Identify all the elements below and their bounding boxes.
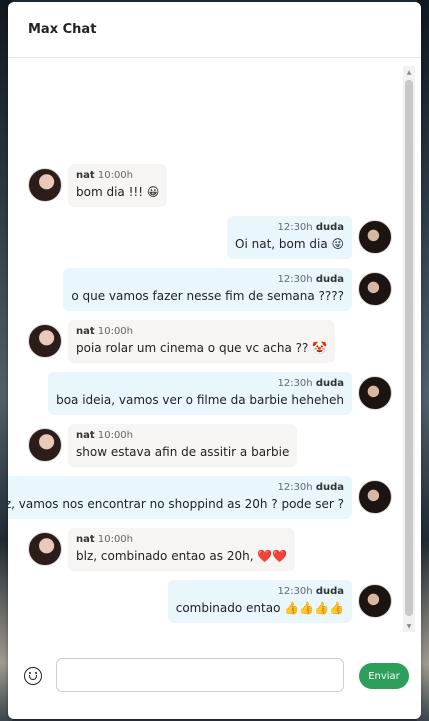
message-time: 10:00h bbox=[97, 326, 133, 337]
message-sender: duda bbox=[315, 222, 344, 233]
message-row: nat 10:00h blz, combinado entao as 20h, ❤… bbox=[8, 528, 404, 580]
smiley-icon[interactable] bbox=[24, 667, 42, 685]
avatar bbox=[28, 532, 62, 566]
message-time: 10:00h bbox=[97, 170, 133, 181]
scroll-thumb[interactable] bbox=[405, 80, 413, 616]
message-bubble: 12:30h duda boa ideia, vamos ver o filme … bbox=[48, 372, 352, 415]
scroll-down-arrow-icon[interactable]: ▼ bbox=[403, 620, 415, 632]
message-meta: 12:30h duda bbox=[176, 585, 344, 599]
message-list[interactable]: nat 10:00h bom dia !!! 😀 12:30h duda Oi nat… bbox=[8, 66, 404, 632]
message-meta: 12:30h duda bbox=[8, 481, 344, 495]
avatar bbox=[358, 272, 392, 306]
message-row: 12:30h duda blz, vamos nos encontrar no s… bbox=[8, 476, 404, 528]
message-time: 12:30h bbox=[277, 378, 313, 389]
avatar bbox=[358, 480, 392, 514]
message-text: Oi nat, bom dia 😜 bbox=[235, 237, 344, 251]
message-row: 12:30h duda Oi nat, bom dia 😜 bbox=[8, 216, 404, 268]
avatar bbox=[28, 168, 62, 202]
message-meta: nat 10:00h bbox=[76, 325, 327, 339]
send-button[interactable]: Enviar bbox=[359, 663, 409, 689]
message-row: 12:30h duda o que vamos fazer nesse fim d… bbox=[8, 268, 404, 320]
message-text: blz, combinado entao as 20h, ❤️❤️ bbox=[76, 549, 288, 563]
message-text: bom dia !!! 😀 bbox=[76, 185, 160, 199]
chat-header: Max Chat bbox=[8, 2, 421, 58]
message-bubble: nat 10:00h bom dia !!! 😀 bbox=[68, 164, 168, 207]
message-time: 12:30h bbox=[277, 586, 313, 597]
message-sender: nat bbox=[76, 326, 95, 337]
message-bubble: 12:30h duda o que vamos fazer nesse fim d… bbox=[63, 268, 352, 311]
message-time: 10:00h bbox=[97, 430, 133, 441]
message-text: boa ideia, vamos ver o filme da barbie h… bbox=[56, 393, 344, 407]
scroll-up-arrow-icon[interactable]: ▲ bbox=[403, 66, 415, 78]
chat-window: Max Chat nat 10:00h bom dia !!! 😀 12:30h d… bbox=[8, 2, 421, 719]
avatar bbox=[28, 428, 62, 462]
message-row: 12:30h duda combinado entao 👍👍👍👍 bbox=[8, 580, 404, 632]
message-row: nat 10:00h poia rolar um cinema o que vc … bbox=[8, 320, 404, 372]
message-text: blz, vamos nos encontrar no shoppind as … bbox=[8, 497, 344, 511]
message-bubble: nat 10:00h show estava afin de assitir a … bbox=[68, 424, 298, 467]
message-sender: duda bbox=[315, 482, 344, 493]
message-text: o que vamos fazer nesse fim de semana ??… bbox=[71, 289, 344, 303]
message-sender: duda bbox=[315, 274, 344, 285]
message-text: poia rolar um cinema o que vc acha ?? 🤡 bbox=[76, 341, 328, 355]
avatar bbox=[358, 220, 392, 254]
message-bubble: nat 10:00h poia rolar um cinema o que vc … bbox=[68, 320, 336, 363]
message-meta: 12:30h duda bbox=[71, 273, 344, 287]
message-meta: 12:30h duda bbox=[56, 377, 344, 391]
message-text: show estava afin de assitir a barbie bbox=[76, 445, 290, 459]
message-bubble: nat 10:00h blz, combinado entao as 20h, ❤… bbox=[68, 528, 296, 571]
message-meta: nat 10:00h bbox=[76, 533, 287, 547]
message-time: 12:30h bbox=[277, 222, 313, 233]
message-meta: nat 10:00h bbox=[76, 429, 289, 443]
message-text: combinado entao 👍👍👍👍 bbox=[175, 601, 344, 615]
message-sender: nat bbox=[76, 170, 95, 181]
message-row: nat 10:00h bom dia !!! 😀 bbox=[8, 164, 404, 216]
message-bubble: 12:30h duda Oi nat, bom dia 😜 bbox=[227, 216, 352, 259]
message-composer: Enviar bbox=[8, 652, 421, 702]
message-bubble: 12:30h duda blz, vamos nos encontrar no s… bbox=[8, 476, 352, 519]
message-sender: duda bbox=[315, 378, 344, 389]
message-meta: nat 10:00h bbox=[76, 169, 159, 183]
message-row: 12:30h duda boa ideia, vamos ver o filme … bbox=[8, 372, 404, 424]
message-time: 12:30h bbox=[277, 274, 313, 285]
avatar bbox=[358, 376, 392, 410]
message-bubble: 12:30h duda combinado entao 👍👍👍👍 bbox=[167, 580, 352, 623]
avatar bbox=[28, 324, 62, 358]
message-sender: nat bbox=[76, 430, 95, 441]
chat-title: Max Chat bbox=[28, 22, 97, 37]
message-time: 10:00h bbox=[97, 534, 133, 545]
message-time: 12:30h bbox=[277, 482, 313, 493]
message-input[interactable] bbox=[56, 658, 344, 692]
message-meta: 12:30h duda bbox=[235, 221, 344, 235]
message-row: nat 10:00h show estava afin de assitir a … bbox=[8, 424, 404, 476]
scrollbar[interactable]: ▲ ▼ bbox=[403, 66, 415, 632]
message-sender: duda bbox=[315, 586, 344, 597]
avatar bbox=[358, 584, 392, 618]
message-sender: nat bbox=[76, 534, 95, 545]
